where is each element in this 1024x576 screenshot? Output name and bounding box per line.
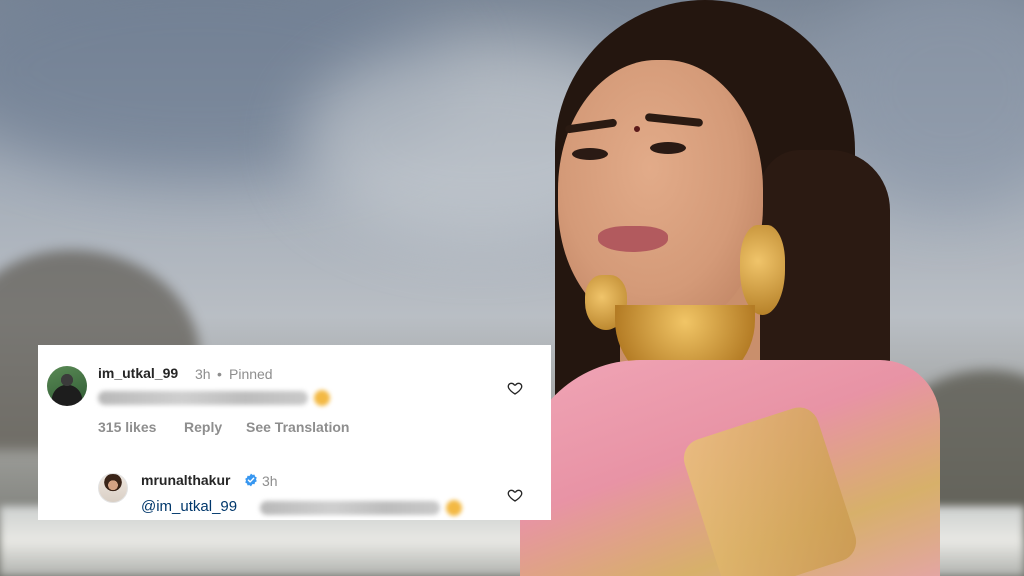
reply-avatar[interactable]: [98, 473, 128, 503]
comment-time: 3h: [195, 366, 211, 382]
comment-text-blurred: [98, 391, 308, 405]
reply-username[interactable]: mrunalthakur: [141, 472, 230, 488]
reply-emoji-blurred: [446, 500, 462, 516]
comment-username[interactable]: im_utkal_99: [98, 365, 178, 381]
commenter-avatar[interactable]: [47, 366, 87, 406]
reply-text-blurred: [260, 501, 440, 515]
reply-time: 3h: [262, 473, 278, 489]
reply-button[interactable]: Reply: [184, 419, 222, 435]
heart-outline-icon[interactable]: [507, 380, 523, 396]
heart-outline-icon[interactable]: [507, 487, 523, 503]
verified-badge-icon: [245, 473, 257, 487]
emoji-blurred: [314, 390, 330, 406]
comment-card: im_utkal_99 3h • Pinned 315 likes Reply …: [38, 345, 551, 520]
see-translation-button[interactable]: See Translation: [246, 419, 349, 435]
reply-mention-link[interactable]: @im_utkal_99: [141, 498, 237, 515]
pinned-label: Pinned: [229, 366, 273, 382]
meta-separator: •: [217, 366, 222, 382]
likes-count[interactable]: 315 likes: [98, 419, 156, 435]
